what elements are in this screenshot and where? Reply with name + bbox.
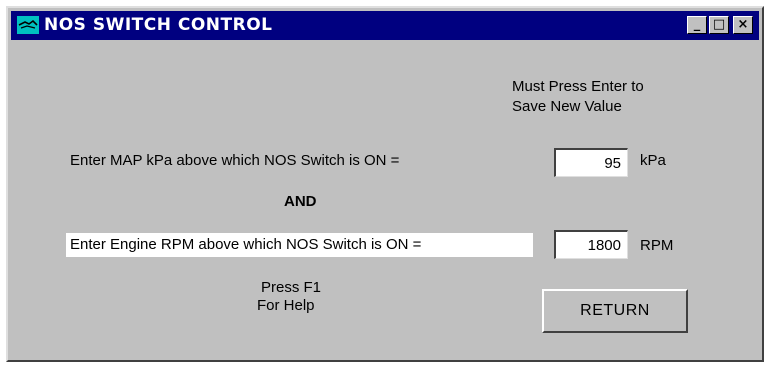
close-icon: ×: [737, 17, 749, 32]
map-kpa-field[interactable]: [554, 148, 628, 177]
maximize-button[interactable]: □: [709, 16, 729, 34]
minimize-icon: _: [693, 17, 701, 32]
help-line1: Press F1: [261, 279, 322, 296]
maximize-icon: □: [712, 17, 726, 32]
close-button[interactable]: ×: [733, 16, 753, 34]
return-button[interactable]: RETURN: [542, 289, 688, 333]
rpm-label: Enter Engine RPM above which NOS Switch …: [70, 236, 422, 253]
nos-switch-window: NOS SWITCH CONTROL _ □ × Must Press Ente…: [6, 6, 764, 362]
rpm-unit: RPM: [640, 237, 674, 254]
help-line2: For Help: [257, 297, 315, 314]
map-unit: kPa: [640, 152, 666, 169]
save-note-line2: Save New Value: [512, 98, 622, 115]
rpm-field[interactable]: [554, 230, 628, 259]
map-label: Enter MAP kPa above which NOS Switch is …: [70, 152, 400, 169]
window-title: NOS SWITCH CONTROL: [44, 15, 273, 35]
rpm-label-highlight: Enter Engine RPM above which NOS Switch …: [66, 233, 533, 257]
app-icon[interactable]: [17, 16, 39, 34]
save-note-line1: Must Press Enter to: [512, 78, 644, 95]
and-label: AND: [284, 193, 317, 210]
title-bar[interactable]: NOS SWITCH CONTROL _ □ ×: [11, 11, 759, 40]
minimize-button[interactable]: _: [687, 16, 707, 34]
